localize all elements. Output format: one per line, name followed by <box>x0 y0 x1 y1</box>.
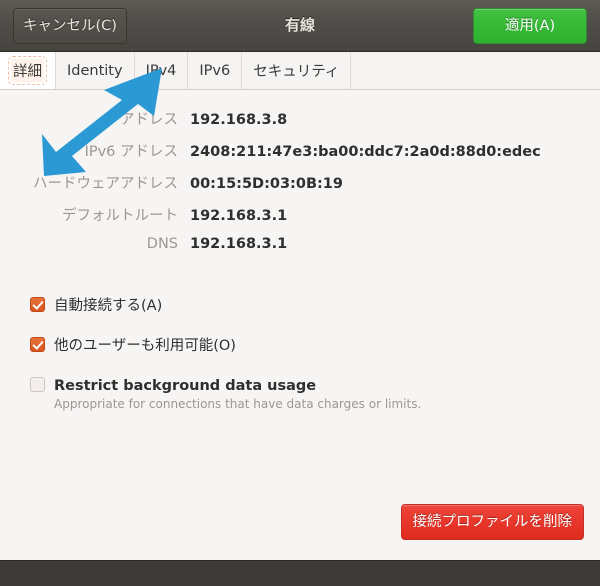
header-bar: 有線 キャンセル(C) 適用(A) <box>0 0 600 52</box>
connection-info-table: アドレス 192.168.3.8 IPv6 アドレス 2408:211:47e3… <box>0 108 600 268</box>
info-value-default-route: 192.168.3.1 <box>190 208 288 224</box>
info-value-hardware-address: 00:15:5D:03:0B:19 <box>190 176 343 192</box>
table-row: デフォルトルート 192.168.3.1 <box>0 204 600 236</box>
info-label-ipv6-address: IPv6 アドレス <box>84 144 178 160</box>
info-label-address: アドレス <box>120 112 178 128</box>
info-value-ipv6-address: 2408:211:47e3:ba00:ddc7:2a0d:88d0:edec <box>190 144 541 160</box>
apply-button[interactable]: 適用(A) <box>473 8 587 44</box>
info-value-dns: 192.168.3.1 <box>190 236 288 252</box>
tab-details-label: 詳細 <box>8 56 47 85</box>
options-group: 自動接続する(A) 他のユーザーも利用可能(O) Restrict backgr… <box>30 295 570 412</box>
tab-ipv6[interactable]: IPv6 <box>188 52 243 89</box>
checkbox-restrict-background-data-label: Restrict background data usage <box>54 378 317 395</box>
checkbox-available-to-others-label: 他のユーザーも利用可能(O) <box>54 338 236 355</box>
tab-ipv4[interactable]: IPv4 <box>134 52 189 89</box>
window-bottom-edge <box>0 560 600 586</box>
info-value-address: 192.168.3.8 <box>190 112 288 128</box>
tab-bar-filler <box>351 52 600 89</box>
network-connection-dialog: 有線 キャンセル(C) 適用(A) 詳細 Identity IPv4 IPv6 … <box>0 0 600 586</box>
tab-bar: 詳細 Identity IPv4 IPv6 セキュリティ <box>0 52 600 90</box>
checkbox-restrict-background-data-description: Appropriate for connections that have da… <box>54 397 422 412</box>
tab-identity[interactable]: Identity <box>56 52 135 89</box>
tab-ipv4-label: IPv4 <box>145 62 177 79</box>
tab-identity-label: Identity <box>67 62 123 79</box>
table-row: DNS 192.168.3.1 <box>0 236 600 268</box>
checkbox-available-to-others[interactable] <box>30 337 45 353</box>
option-row-available-to-others[interactable]: 他のユーザーも利用可能(O) <box>30 335 570 355</box>
tab-security[interactable]: セキュリティ <box>242 52 352 89</box>
table-row: IPv6 アドレス 2408:211:47e3:ba00:ddc7:2a0d:8… <box>0 140 600 172</box>
info-label-default-route: デフォルトルート <box>62 208 178 224</box>
option-row-autoconnect[interactable]: 自動接続する(A) <box>30 295 570 315</box>
tab-details[interactable]: 詳細 <box>0 52 56 89</box>
tab-security-label: セキュリティ <box>253 64 340 80</box>
info-label-dns: DNS <box>146 236 178 252</box>
checkbox-autoconnect-label: 自動接続する(A) <box>54 298 163 314</box>
table-row: アドレス 192.168.3.8 <box>0 108 600 140</box>
table-row: ハードウェアアドレス 00:15:5D:03:0B:19 <box>0 172 600 204</box>
info-label-hardware-address: ハードウェアアドレス <box>33 176 178 192</box>
details-panel: アドレス 192.168.3.8 IPv6 アドレス 2408:211:47e3… <box>0 90 600 560</box>
option-row-restrict-background-data[interactable]: Restrict background data usage Appropria… <box>30 375 570 412</box>
checkbox-restrict-background-data[interactable] <box>30 377 45 393</box>
delete-connection-profile-button[interactable]: 接続プロファイルを削除 <box>400 504 584 540</box>
cancel-button[interactable]: キャンセル(C) <box>13 8 127 44</box>
tab-ipv6-label: IPv6 <box>199 62 231 79</box>
checkbox-autoconnect[interactable] <box>30 297 45 312</box>
